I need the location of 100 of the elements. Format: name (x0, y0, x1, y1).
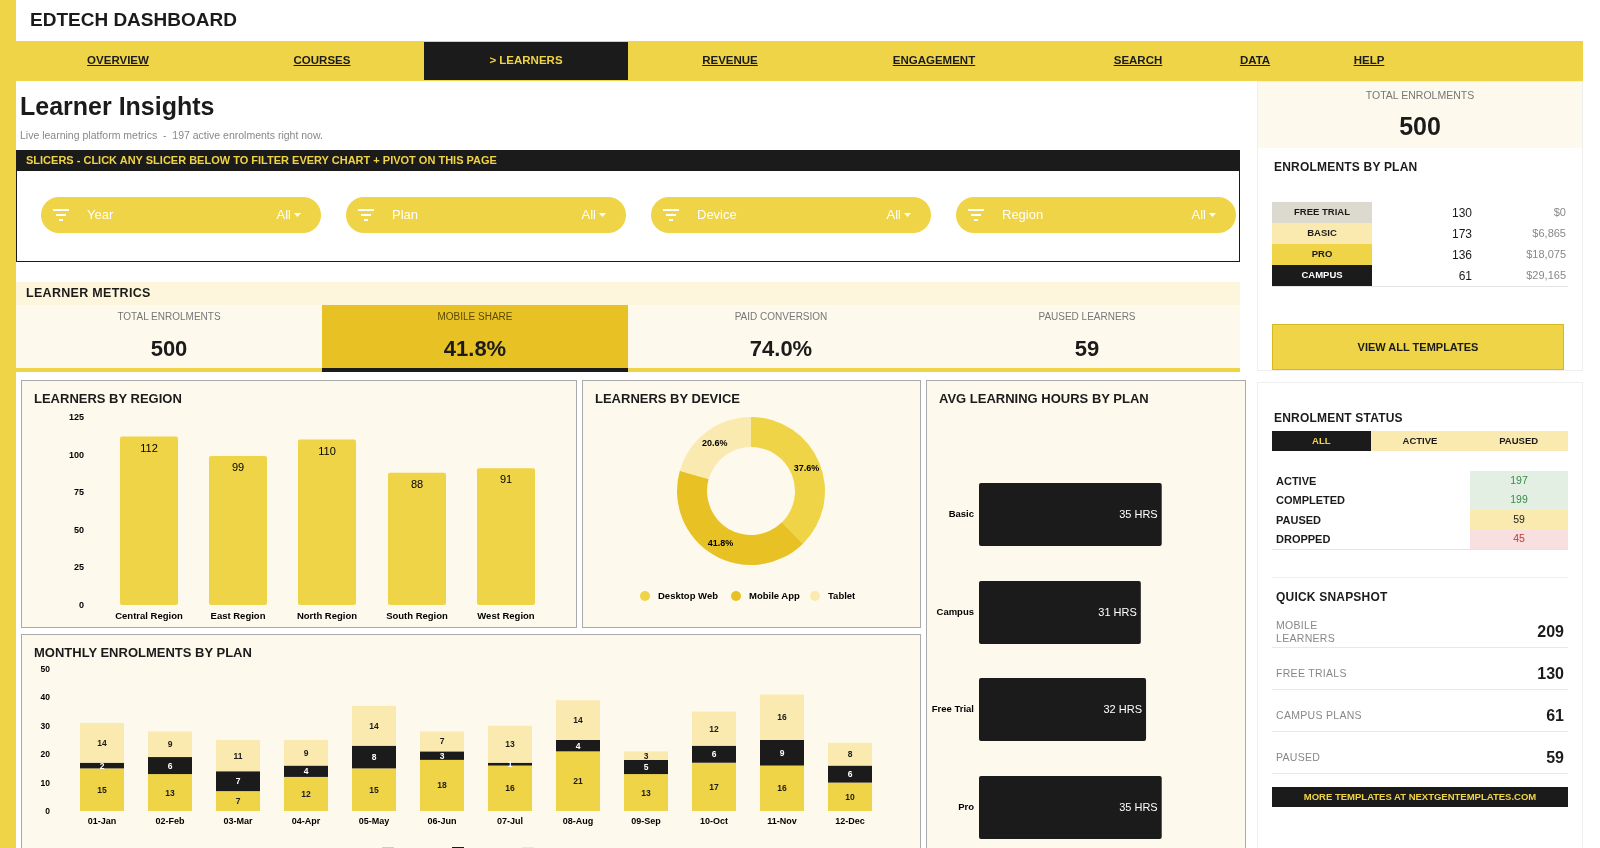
data-label: 17 (709, 781, 719, 792)
data-label: 35 HRS (1119, 507, 1158, 520)
category-label: 03-Mar (223, 815, 253, 826)
data-label: 41.8% (707, 537, 734, 548)
data-label: 15 (97, 784, 107, 795)
legend-item: Tablet (810, 589, 856, 601)
data-label: 35 HRS (1119, 800, 1158, 813)
caret-icon (904, 212, 911, 217)
axis-label: 40 (40, 692, 50, 703)
category-label: 10-Oct (700, 815, 728, 826)
filter-icon (53, 208, 69, 221)
data-label: 7 (235, 775, 241, 786)
plan-tag: PRO (1272, 244, 1372, 265)
snapshot-label: MOBILE LEARNERS (1276, 619, 1336, 644)
legend-item: Mobile App (731, 589, 800, 601)
chart-title: AVG LEARNING HOURS BY PLAN (938, 389, 1150, 408)
nav-tab[interactable]: COURSES (220, 41, 424, 81)
nav-tab[interactable]: REVENUE (628, 41, 832, 81)
category-label: West Region (477, 609, 535, 621)
data-label: 20.6% (702, 437, 728, 448)
metric-label: PAUSED LEARNERS (1037, 309, 1137, 324)
metric-value: 500 (149, 334, 189, 363)
data-label: 9 (779, 747, 785, 758)
nav-tab[interactable]: DATA (1240, 41, 1270, 81)
nav-tab[interactable]: HELP (1270, 41, 1468, 81)
snapshot-label: PAUSED (1276, 751, 1322, 764)
chart-title: LEARNERS BY DEVICE (594, 389, 741, 408)
data-label: 14 (97, 737, 107, 748)
category-label: 12-Dec (835, 815, 865, 826)
metric-tile[interactable]: PAUSED LEARNERS 59 (934, 304, 1240, 372)
total-value: 500 (1398, 110, 1442, 142)
status-tab[interactable]: ACTIVE (1370, 431, 1470, 451)
data-label: 6 (167, 760, 173, 771)
templates-button[interactable]: VIEW ALL TEMPLATES (1272, 324, 1564, 370)
category-label: 08-Aug (562, 815, 594, 826)
data-label: 13 (641, 787, 651, 798)
snapshot-label: CAMPUS PLANS (1276, 709, 1363, 722)
metric-label: MOBILE SHARE (436, 309, 514, 324)
data-label: 4 (303, 766, 309, 776)
plan-amount: $0 (1552, 205, 1567, 221)
data-label: 12 (301, 788, 311, 799)
metric-label: TOTAL ENROLMENTS (116, 309, 222, 324)
metric-tile[interactable]: MOBILE SHARE 41.8% (322, 304, 628, 372)
axis-label: 50 (40, 663, 50, 674)
slicer-header: SLICERS - CLICK ANY SLICER BELOW TO FILTER EVERY CHART + PIVOT ON THIS PAGE (16, 149, 1240, 171)
status-label: PAUSED (1275, 512, 1323, 528)
data-label: 7 (439, 736, 445, 747)
data-label: 112 (140, 441, 158, 454)
snapshot-value: 59 (1546, 747, 1564, 768)
chart-title: MONTHLY ENROLMENTS BY PLAN (33, 643, 253, 662)
data-label: 9 (303, 747, 309, 758)
axis-label: 50 (74, 524, 84, 535)
filter-icon (358, 208, 374, 221)
filter-icon (968, 208, 984, 221)
axis-label: 0 (79, 599, 84, 610)
data-label: 9 (167, 739, 173, 749)
category-label: 05-May (358, 815, 390, 826)
status-value: 199 (1470, 490, 1568, 510)
section-title: ENROLMENTS BY PLAN (1273, 159, 1419, 176)
status-value: 197 (1470, 471, 1568, 491)
metric-value: 59 (1073, 334, 1101, 363)
status-label: COMPLETED (1275, 493, 1347, 508)
snapshot-label: FREE TRIALS (1276, 667, 1348, 680)
snapshot-value: 209 (1537, 621, 1564, 642)
dashboard-title: EDTECH DASHBOARD (29, 8, 238, 33)
total-label: TOTAL ENROLMENTS (1364, 88, 1476, 103)
data-label: 13 (505, 739, 515, 749)
status-label: ACTIVE (1275, 473, 1318, 489)
data-label: 6 (847, 768, 853, 779)
category-label: 06-Jun (427, 815, 457, 826)
nav-tab[interactable]: ENGAGEMENT (832, 41, 1036, 81)
legend-item: Desktop Web (640, 589, 718, 601)
data-label: 99 (231, 460, 245, 473)
plan-tag: CAMPUS (1272, 265, 1372, 286)
axis-label: 0 (45, 805, 50, 816)
nav-tab[interactable]: > LEARNERS (424, 42, 628, 80)
data-label: 6 (711, 748, 717, 759)
legend-label: Desktop Web (658, 589, 719, 601)
metric-tile[interactable]: TOTAL ENROLMENTS 500 (16, 304, 322, 372)
metric-tile[interactable]: PAID CONVERSION 74.0% (628, 304, 934, 372)
snapshot-value: 130 (1537, 663, 1564, 684)
plan-count: 130 (1450, 204, 1472, 222)
section-header: LEARNER METRICS (16, 281, 1240, 305)
data-label: 12 (709, 723, 719, 734)
bar-segment (828, 742, 872, 766)
status-tab[interactable]: ALL (1272, 431, 1371, 451)
axis-label: 125 (68, 411, 84, 422)
status-tab[interactable]: PAUSED (1469, 431, 1568, 451)
nav-tab[interactable]: SEARCH (1036, 41, 1240, 81)
bar-segment (216, 790, 260, 811)
legend-label: Mobile App (749, 589, 801, 601)
axis-label: 75 (74, 486, 84, 497)
category-label: East Region (210, 609, 266, 621)
nav-tab[interactable]: OVERVIEW (16, 41, 220, 81)
section-title: ENROLMENT STATUS (1273, 410, 1404, 427)
data-label: 11 (233, 750, 243, 761)
data-label: 8 (371, 751, 377, 762)
category-label: 09-Sep (631, 815, 661, 826)
data-label: 88 (410, 477, 424, 490)
plan-amount: $29,165 (1525, 268, 1567, 284)
